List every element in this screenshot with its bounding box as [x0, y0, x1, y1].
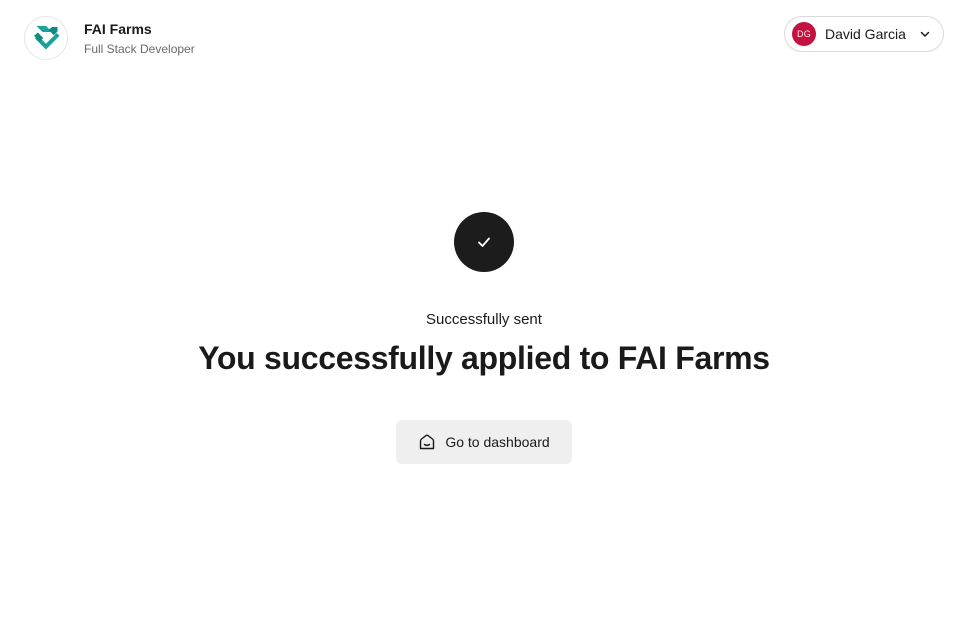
top-bar: FAI Farms Full Stack Developer DG David … [0, 0, 953, 76]
status-text: Successfully sent [426, 311, 542, 328]
chevron-down-icon [919, 28, 931, 40]
dashboard-button-label: Go to dashboard [445, 434, 550, 450]
avatar: DG [792, 22, 816, 46]
company-logo [24, 16, 68, 60]
success-indicator [454, 212, 514, 272]
user-menu-button[interactable]: DG David Garcia [784, 16, 944, 52]
checkmark-icon [478, 237, 490, 247]
fai-farms-logo-icon [34, 26, 60, 50]
go-to-dashboard-button[interactable]: Go to dashboard [396, 420, 572, 464]
page-title: You successfully applied to FAI Farms [198, 340, 770, 376]
home-icon [418, 433, 436, 451]
brand-text: FAI Farms Full Stack Developer [84, 20, 195, 57]
company-brand: FAI Farms Full Stack Developer [24, 16, 195, 60]
company-name: FAI Farms [84, 20, 152, 37]
job-title: Full Stack Developer [84, 41, 195, 56]
user-name: David Garcia [825, 26, 906, 42]
